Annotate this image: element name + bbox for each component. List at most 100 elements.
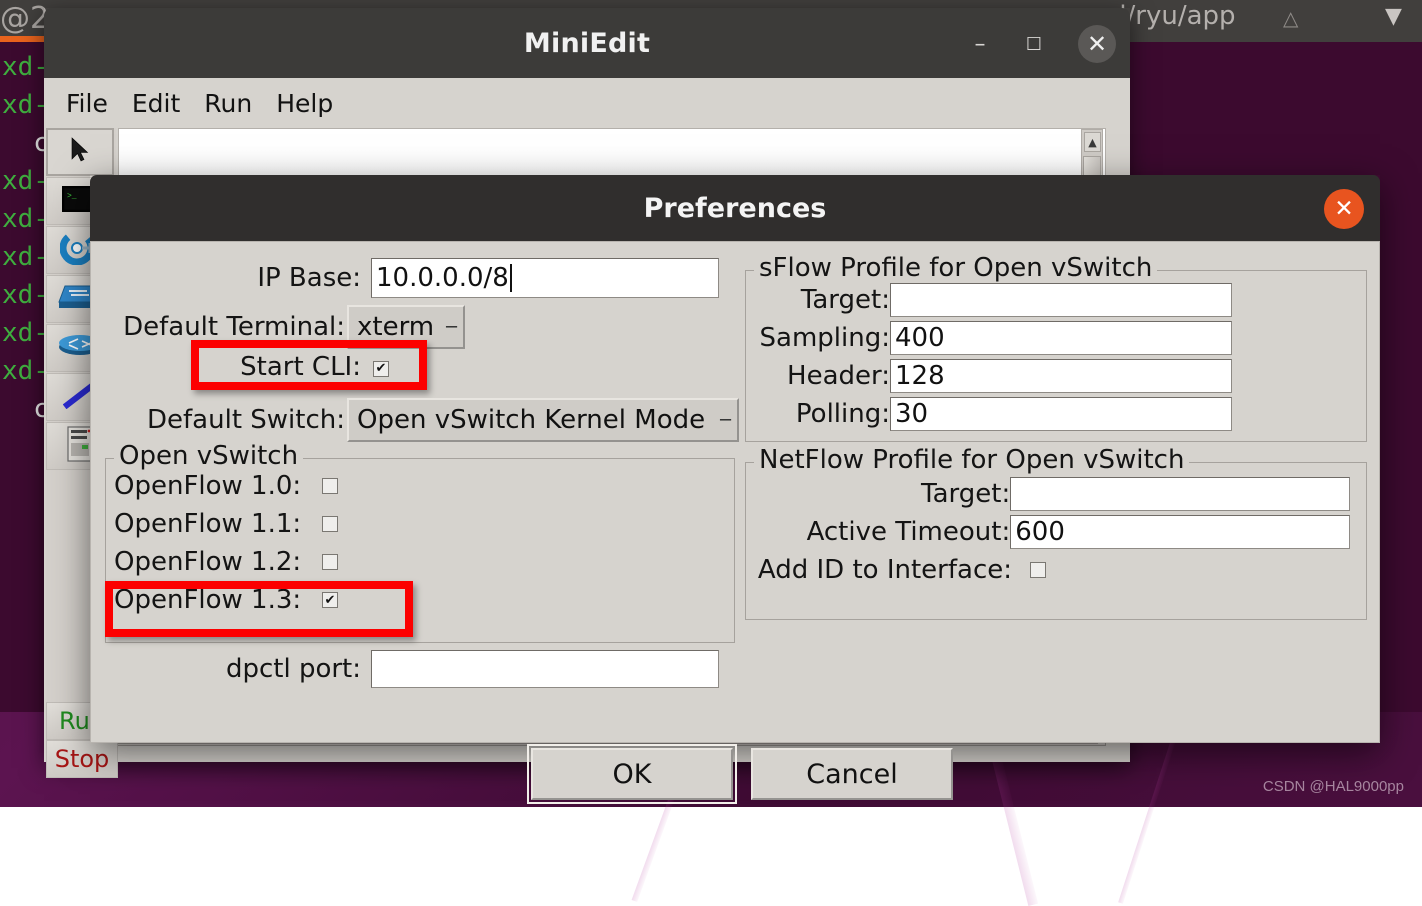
ip-base-label: IP Base: bbox=[103, 263, 361, 293]
default-terminal-row: Default Terminal: xterm ─ bbox=[103, 305, 723, 349]
ok-button[interactable]: OK bbox=[531, 748, 733, 800]
netflow-group: NetFlow Profile for Open vSwitch Target:… bbox=[745, 462, 1367, 620]
default-terminal-select[interactable]: xterm ─ bbox=[347, 305, 465, 349]
menu-run[interactable]: Run bbox=[194, 87, 262, 120]
sflow-group-title: sFlow Profile for Open vSwitch bbox=[754, 253, 1157, 283]
sflow-header-label: Header: bbox=[750, 361, 890, 391]
sflow-polling-label: Polling: bbox=[750, 399, 890, 429]
openflow-10-label: OpenFlow 1.0: bbox=[114, 471, 310, 501]
netflow-target-label: Target: bbox=[750, 479, 1010, 509]
svg-text:>_: >_ bbox=[67, 192, 77, 201]
openflow-11-row: OpenFlow 1.1: bbox=[114, 509, 514, 539]
default-switch-select[interactable]: Open vSwitch Kernel Mode ─ bbox=[347, 398, 739, 442]
preferences-title: Preferences bbox=[90, 175, 1380, 241]
openflow-13-row: OpenFlow 1.3: ✔ bbox=[114, 585, 514, 615]
sflow-target-label: Target: bbox=[750, 285, 890, 315]
default-terminal-value: xterm bbox=[357, 312, 434, 342]
sflow-header-value: 128 bbox=[895, 361, 945, 391]
sflow-sampling-label: Sampling: bbox=[750, 323, 890, 353]
sflow-sampling-value: 400 bbox=[895, 323, 945, 353]
netflow-add-id-checkbox[interactable] bbox=[1030, 562, 1046, 578]
start-cli-label: Start CLI: bbox=[103, 352, 361, 382]
openflow-12-checkbox[interactable] bbox=[322, 554, 338, 570]
openflow-12-label: OpenFlow 1.2: bbox=[114, 547, 310, 577]
background-terminal-title-left: @2 bbox=[0, 1, 49, 36]
netflow-add-id-label: Add ID to Interface: bbox=[750, 555, 1012, 585]
ip-base-input[interactable]: 10.0.0.0/8 bbox=[371, 258, 719, 298]
default-switch-value: Open vSwitch Kernel Mode bbox=[357, 405, 705, 435]
terminal-prompt-text: xd- bbox=[2, 52, 49, 82]
cursor-arrow-icon bbox=[70, 137, 90, 167]
preferences-left-column: IP Base: 10.0.0.0/8 Default Terminal: xt… bbox=[103, 248, 743, 738]
sflow-sampling-row: Sampling: 400 bbox=[750, 321, 1350, 355]
sflow-group: sFlow Profile for Open vSwitch Target: S… bbox=[745, 270, 1367, 442]
ip-base-row: IP Base: 10.0.0.0/8 bbox=[103, 258, 723, 298]
scroll-up-icon[interactable]: ▲ bbox=[1084, 132, 1101, 152]
menu-edit[interactable]: Edit bbox=[122, 87, 190, 120]
sflow-polling-row: Polling: 30 bbox=[750, 397, 1350, 431]
netflow-active-timeout-input[interactable]: 600 bbox=[1010, 515, 1350, 549]
netflow-add-id-row: Add ID to Interface: bbox=[750, 555, 1350, 585]
close-icon[interactable]: ✕ bbox=[1324, 189, 1364, 229]
terminal-prompt-text: xd- bbox=[2, 280, 49, 310]
cancel-button[interactable]: Cancel bbox=[751, 748, 953, 800]
sflow-header-row: Header: 128 bbox=[750, 359, 1350, 393]
dpctl-port-row: dpctl port: bbox=[103, 650, 723, 688]
terminal-prompt-text: xd- bbox=[2, 204, 49, 234]
select-tool-button[interactable] bbox=[46, 128, 114, 176]
terminal-prompt-text: xd- bbox=[2, 242, 49, 272]
openflow-11-checkbox[interactable] bbox=[322, 516, 338, 532]
text-caret bbox=[510, 264, 512, 292]
start-cli-row: Start CLI: ✔ bbox=[103, 352, 723, 382]
openflow-10-row: OpenFlow 1.0: bbox=[114, 471, 514, 501]
default-terminal-label: Default Terminal: bbox=[103, 312, 345, 342]
stop-button[interactable]: Stop bbox=[46, 740, 118, 778]
terminal-prompt-text: xd- bbox=[2, 166, 49, 196]
menu-help[interactable]: Help bbox=[266, 87, 343, 120]
terminal-prompt-text: xd- bbox=[2, 356, 49, 386]
chevron-down-icon: ─ bbox=[446, 317, 457, 338]
sflow-polling-input[interactable]: 30 bbox=[890, 397, 1232, 431]
default-switch-row: Default Switch: Open vSwitch Kernel Mode… bbox=[103, 398, 743, 442]
sflow-header-input[interactable]: 128 bbox=[890, 359, 1232, 393]
miniedit-menubar: File Edit Run Help bbox=[44, 78, 1130, 128]
netflow-active-timeout-value: 600 bbox=[1015, 517, 1065, 547]
openflow-11-label: OpenFlow 1.1: bbox=[114, 509, 310, 539]
checkbox-checked-icon: ✔ bbox=[373, 361, 389, 377]
openflow-13-checkbox[interactable]: ✔ bbox=[322, 592, 338, 608]
preferences-right-column: sFlow Profile for Open vSwitch Target: S… bbox=[743, 248, 1371, 738]
openflow-13-label: OpenFlow 1.3: bbox=[114, 585, 310, 615]
close-icon[interactable]: ✕ bbox=[1078, 25, 1116, 63]
sflow-polling-value: 30 bbox=[895, 399, 928, 429]
preferences-titlebar: Preferences ✕ bbox=[90, 175, 1380, 241]
chevron-down-icon: ─ bbox=[720, 410, 731, 431]
terminal-prompt-text: xd- bbox=[2, 90, 49, 120]
sflow-target-row: Target: bbox=[750, 283, 1350, 317]
start-cli-checkbox[interactable]: ✔ bbox=[373, 357, 389, 377]
chevron-down-icon[interactable]: ▼ bbox=[1385, 4, 1402, 29]
preferences-body: IP Base: 10.0.0.0/8 Default Terminal: xt… bbox=[90, 241, 1380, 743]
netflow-active-timeout-label: Active Timeout: bbox=[750, 517, 1010, 547]
open-vswitch-group: Open vSwitch OpenFlow 1.0: OpenFlow 1.1:… bbox=[105, 458, 735, 643]
sflow-sampling-input[interactable]: 400 bbox=[890, 321, 1232, 355]
openflow-12-row: OpenFlow 1.2: bbox=[114, 547, 514, 577]
csdn-watermark: CSDN @HAL9000pp bbox=[1263, 778, 1404, 795]
maximize-button[interactable]: ☐ bbox=[1016, 26, 1052, 62]
open-vswitch-group-title: Open vSwitch bbox=[114, 441, 303, 471]
netflow-target-input[interactable] bbox=[1010, 477, 1350, 511]
minimize-button[interactable]: – bbox=[962, 26, 998, 62]
chevron-up-icon[interactable]: △ bbox=[1283, 6, 1298, 30]
dpctl-port-input[interactable] bbox=[371, 650, 719, 688]
dpctl-port-label: dpctl port: bbox=[103, 654, 361, 684]
default-switch-label: Default Switch: bbox=[103, 405, 345, 435]
preferences-dialog[interactable]: Preferences ✕ IP Base: 10.0.0.0/8 Defaul… bbox=[90, 175, 1380, 743]
terminal-prompt-text: xd- bbox=[2, 318, 49, 348]
ip-base-value: 10.0.0.0/8 bbox=[376, 263, 509, 293]
openflow-10-checkbox[interactable] bbox=[322, 478, 338, 494]
menu-file[interactable]: File bbox=[56, 87, 118, 120]
netflow-group-title: NetFlow Profile for Open vSwitch bbox=[754, 445, 1189, 475]
miniedit-titlebar: MiniEdit – ☐ ✕ bbox=[44, 8, 1130, 78]
netflow-target-row: Target: bbox=[750, 477, 1350, 511]
netflow-active-timeout-row: Active Timeout: 600 bbox=[750, 515, 1350, 549]
sflow-target-input[interactable] bbox=[890, 283, 1232, 317]
